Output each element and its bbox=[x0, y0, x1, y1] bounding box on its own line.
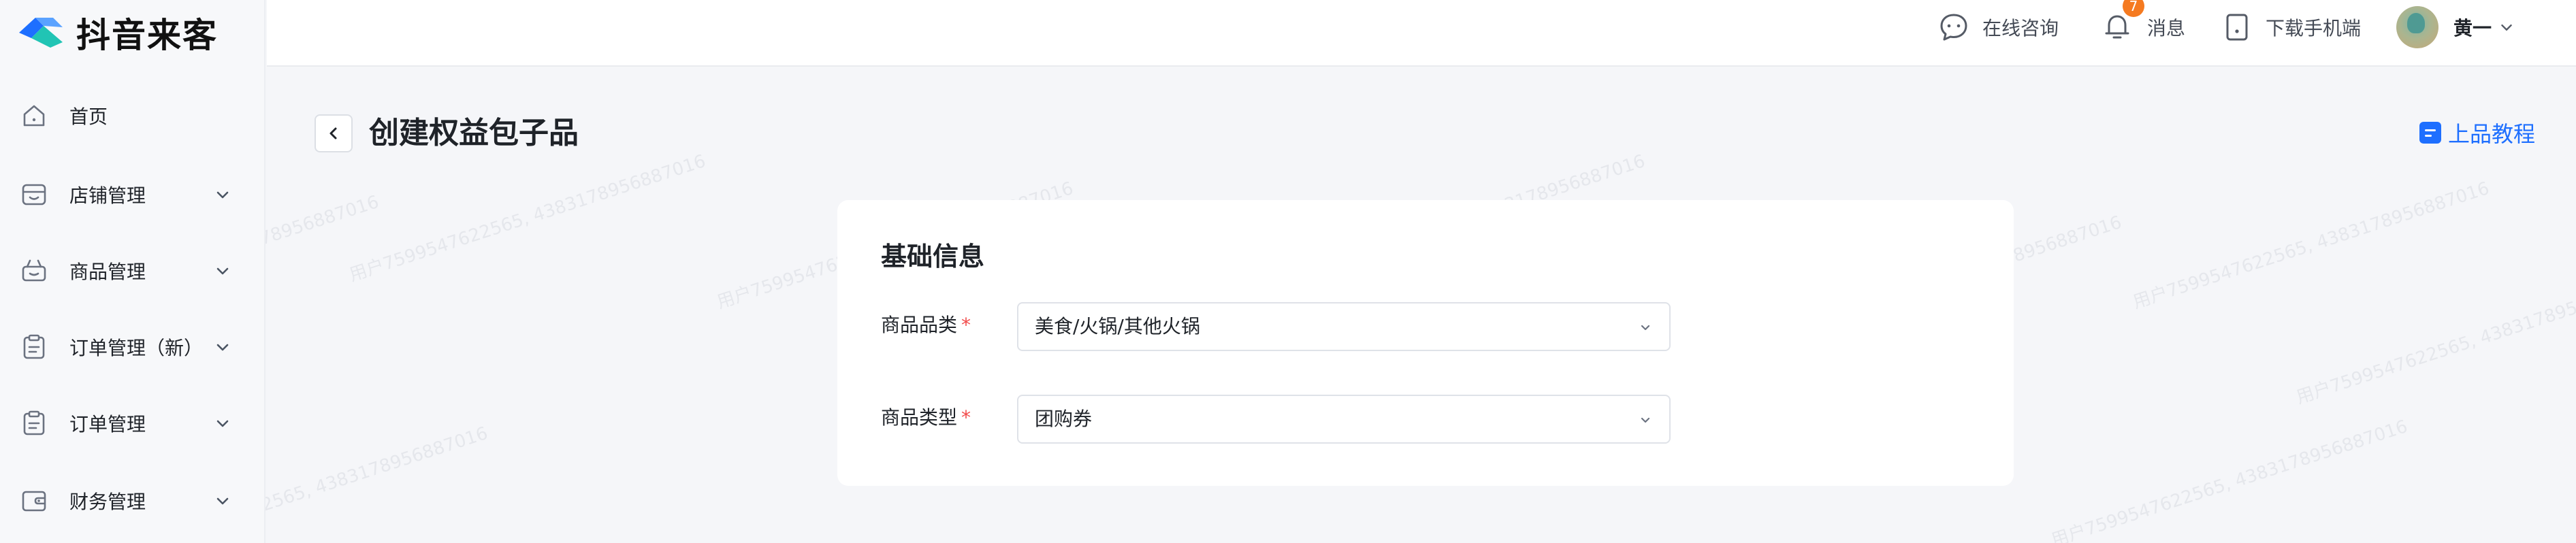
basic-info-card: 基础信息 商品品类 * 美食/火锅/其他火锅 商品类型 * 团购券 bbox=[837, 200, 2014, 486]
chevron-down-icon bbox=[212, 413, 233, 433]
sidebar-item-orders[interactable]: 订单管理 bbox=[0, 396, 265, 450]
download-mobile-button[interactable]: 下载手机端 bbox=[2221, 0, 2361, 54]
home-icon bbox=[19, 101, 49, 131]
back-button[interactable] bbox=[315, 114, 353, 152]
bell-wrapper: 7 bbox=[2101, 0, 2144, 44]
required-mark: * bbox=[961, 314, 971, 336]
chevron-down-icon bbox=[212, 337, 233, 357]
app-logo[interactable]: 抖音来客 bbox=[15, 7, 218, 59]
required-mark: * bbox=[961, 406, 971, 429]
logo-mark-icon bbox=[19, 18, 63, 48]
type-label: 商品类型 * bbox=[881, 403, 971, 430]
watermark: 用户7599547622565, 4383178956887016 bbox=[2048, 416, 2411, 543]
type-label-text: 商品类型 bbox=[881, 406, 958, 429]
section-title: 基础信息 bbox=[881, 242, 985, 272]
watermark: 用户7599547622565, 4383178956887016 bbox=[347, 150, 709, 286]
chevron-down-icon bbox=[1638, 412, 1653, 427]
message-count-badge: 7 bbox=[2123, 0, 2144, 17]
clipboard-icon bbox=[19, 332, 49, 362]
user-menu[interactable]: 黄一 bbox=[2396, 0, 2516, 54]
sidebar-item-label: 商品管理 bbox=[69, 261, 146, 283]
watermark: 用户7599547622565, 4383178956887016 bbox=[2293, 273, 2576, 408]
avatar bbox=[2396, 6, 2438, 48]
top-header: 在线咨询 7 消息 下载手机端 黄一 bbox=[267, 0, 2576, 67]
chevron-down-icon bbox=[1638, 320, 1653, 335]
type-select[interactable]: 团购券 bbox=[1017, 395, 1671, 444]
sidebar-item-products[interactable]: 商品管理 bbox=[0, 244, 265, 298]
sidebar-item-label: 财务管理 bbox=[69, 491, 146, 513]
chevron-down-icon bbox=[2501, 24, 2512, 31]
category-select[interactable]: 美食/火锅/其他火锅 bbox=[1017, 302, 1671, 351]
sidebar-item-label: 订单管理（新） bbox=[69, 337, 204, 359]
chat-icon bbox=[1940, 14, 1967, 41]
store-icon bbox=[19, 180, 49, 210]
category-select-value: 美食/火锅/其他火锅 bbox=[1035, 315, 1200, 338]
mobile-icon bbox=[2226, 14, 2248, 41]
sidebar: 抖音来客 首页 店铺管理 商品管理 订单管理（新） 订单管理 财务管理 bbox=[0, 0, 265, 543]
tutorial-label: 上品教程 bbox=[2448, 121, 2536, 147]
sidebar-item-label: 店铺管理 bbox=[69, 184, 146, 207]
chevron-down-icon bbox=[212, 184, 233, 205]
category-label: 商品品类 * bbox=[881, 310, 971, 338]
category-label-text: 商品品类 bbox=[881, 314, 958, 336]
messages-button[interactable]: 7 消息 bbox=[2101, 0, 2185, 54]
messages-label: 消息 bbox=[2147, 17, 2186, 39]
app-name: 抖音来客 bbox=[76, 16, 218, 55]
sidebar-item-home[interactable]: 首页 bbox=[0, 88, 265, 143]
chevron-left-icon bbox=[329, 127, 337, 139]
tutorial-link[interactable]: 上品教程 bbox=[2419, 116, 2535, 150]
sidebar-item-label: 首页 bbox=[69, 105, 108, 128]
download-mobile-label: 下载手机端 bbox=[2266, 17, 2362, 39]
type-select-value: 团购券 bbox=[1035, 408, 1093, 430]
sidebar-item-orders-new[interactable]: 订单管理（新） bbox=[0, 320, 265, 374]
online-consult-button[interactable]: 在线咨询 bbox=[1937, 0, 2059, 54]
sidebar-item-finance[interactable]: 财务管理 bbox=[0, 474, 265, 528]
shopping-basket-icon bbox=[19, 256, 49, 286]
online-consult-label: 在线咨询 bbox=[1982, 17, 2059, 39]
user-name: 黄一 bbox=[2453, 17, 2492, 39]
chevron-down-icon bbox=[212, 261, 233, 281]
page-title: 创建权益包子品 bbox=[369, 116, 579, 150]
watermark: 用户7599547622565, 4383178956887016 bbox=[2130, 178, 2492, 313]
clipboard-icon bbox=[19, 408, 49, 438]
wallet-icon bbox=[19, 486, 49, 516]
document-icon bbox=[2419, 122, 2441, 144]
sidebar-item-label: 订单管理 bbox=[69, 413, 146, 435]
chevron-down-icon bbox=[212, 491, 233, 511]
sidebar-item-store[interactable]: 店铺管理 bbox=[0, 167, 265, 222]
